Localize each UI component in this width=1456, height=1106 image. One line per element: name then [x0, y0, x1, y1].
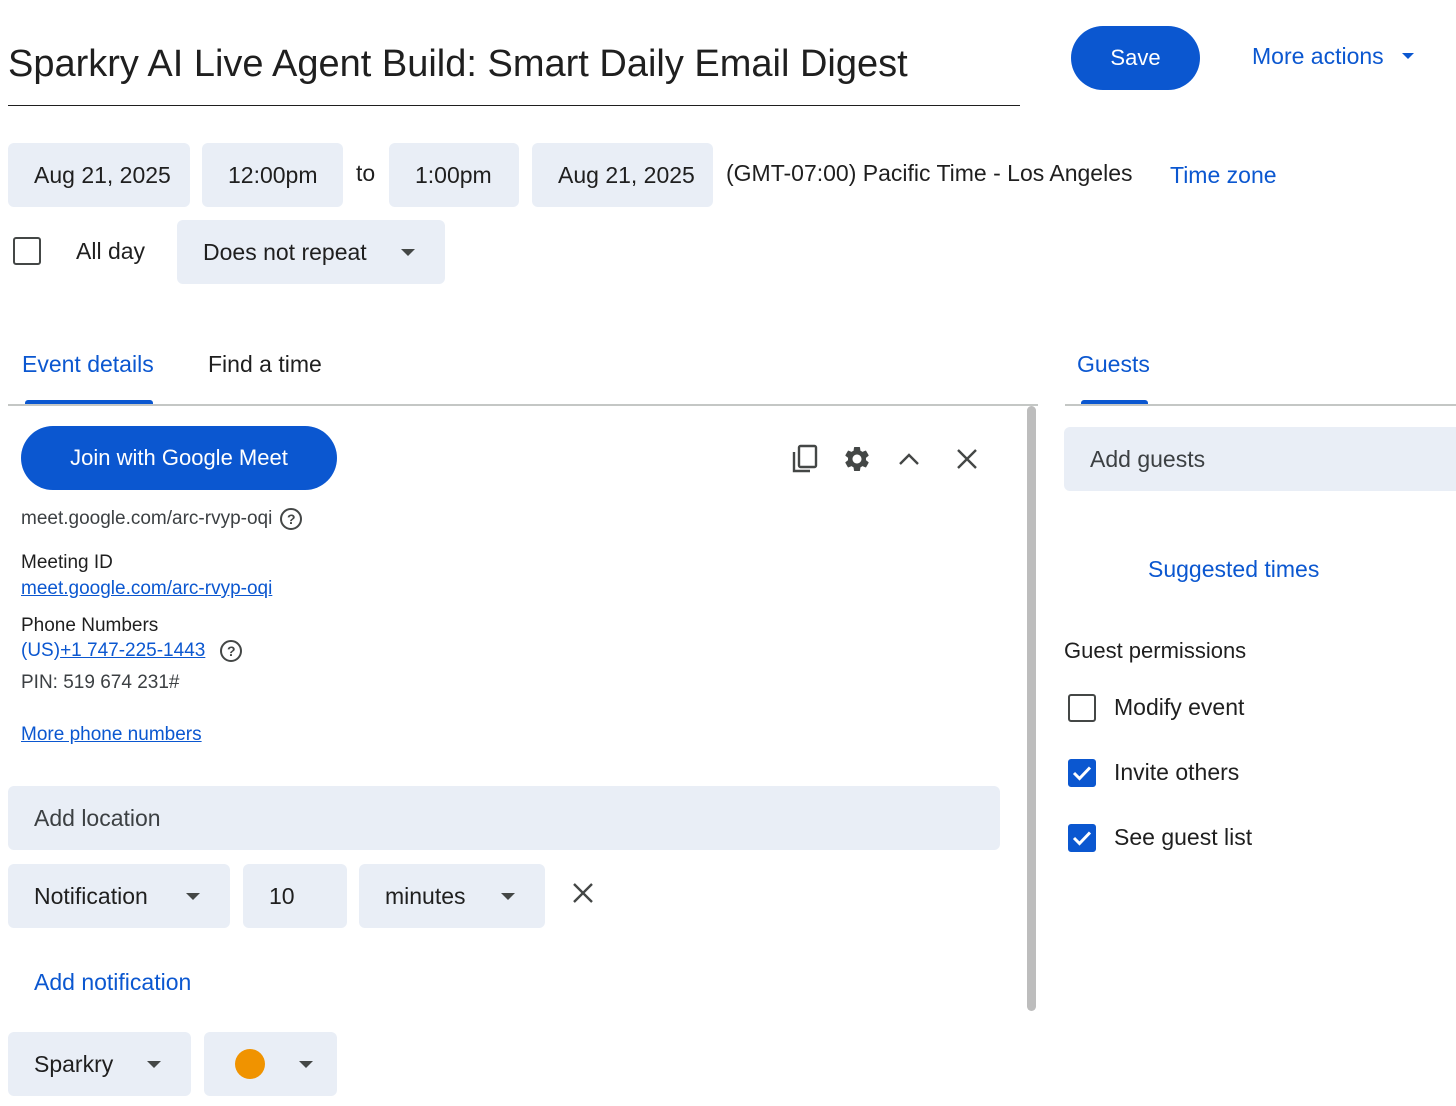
end-time: 1:00pm	[415, 161, 492, 188]
remove-notification-icon[interactable]	[563, 873, 603, 913]
tab-find-a-time[interactable]: Find a time	[208, 351, 322, 378]
guests-divider	[1065, 404, 1456, 406]
start-date-chip[interactable]: Aug 21, 2025	[8, 143, 190, 207]
meet-url-row: meet.google.com/arc-rvyp-oqi ?	[21, 508, 303, 530]
phone-row: (US) +1 747-225-1443 ?	[21, 640, 243, 662]
calendar-dropdown[interactable]: Sparkry	[8, 1032, 191, 1096]
join-meet-button[interactable]: Join with Google Meet	[21, 426, 337, 490]
guest-permissions-heading: Guest permissions	[1064, 638, 1247, 663]
end-date-chip[interactable]: Aug 21, 2025	[532, 143, 713, 207]
chevron-up-icon[interactable]	[889, 439, 929, 479]
caret-down-icon	[186, 892, 200, 900]
meet-url: meet.google.com/arc-rvyp-oqi	[21, 508, 273, 529]
timezone-text: (GMT-07:00) Pacific Time - Los Angeles	[726, 160, 1133, 186]
suggested-times-link[interactable]: Suggested times	[1148, 556, 1319, 583]
save-button[interactable]: Save	[1071, 26, 1200, 90]
tabs-divider	[8, 404, 1038, 406]
notification-unit: minutes	[385, 882, 466, 909]
phone-heading: Phone Numbers	[21, 615, 159, 636]
event-title: Sparkry AI Live Agent Build: Smart Daily…	[8, 43, 908, 85]
start-date: Aug 21, 2025	[34, 161, 171, 188]
location-input[interactable]: Add location	[8, 786, 1000, 850]
scrollbar[interactable]	[1027, 406, 1036, 1011]
notification-amount: 10	[269, 882, 295, 909]
add-notification-button[interactable]: Add notification	[34, 969, 191, 996]
caret-down-icon	[401, 248, 415, 256]
color-dot	[235, 1049, 265, 1079]
copy-icon[interactable]	[785, 439, 825, 479]
repeat-dropdown[interactable]: Does not repeat	[177, 220, 445, 284]
to-label: to	[356, 160, 376, 186]
end-time-chip[interactable]: 1:00pm	[389, 143, 519, 207]
meeting-id-heading: Meeting ID	[21, 552, 113, 573]
calendar-name: Sparkry	[34, 1050, 114, 1077]
close-icon[interactable]	[947, 439, 987, 479]
more-actions-label: More actions	[1252, 42, 1384, 69]
help-icon[interactable]: ?	[220, 640, 243, 662]
see-guest-list-checkbox[interactable]	[1068, 824, 1096, 852]
caret-down-icon	[1401, 53, 1414, 59]
save-button-label: Save	[1110, 45, 1161, 70]
caret-down-icon	[299, 1060, 313, 1068]
all-day-label: All day	[76, 238, 146, 264]
meeting-id-link[interactable]: meet.google.com/arc-rvyp-oqi	[21, 578, 272, 600]
more-actions-button[interactable]: More actions	[1252, 38, 1414, 74]
repeat-value: Does not repeat	[203, 238, 367, 265]
check-icon	[1072, 831, 1092, 846]
end-date: Aug 21, 2025	[558, 161, 695, 188]
start-time-chip[interactable]: 12:00pm	[202, 143, 343, 207]
add-guests-placeholder: Add guests	[1090, 445, 1206, 472]
start-time: 12:00pm	[228, 161, 318, 188]
notification-unit-dropdown[interactable]: minutes	[359, 864, 545, 928]
add-guests-input[interactable]: Add guests	[1064, 427, 1456, 491]
invite-others-checkbox[interactable]	[1068, 759, 1096, 787]
color-dropdown[interactable]	[204, 1032, 337, 1096]
tab-guests[interactable]: Guests	[1077, 351, 1150, 378]
modify-event-label: Modify event	[1114, 694, 1245, 720]
caret-down-icon	[147, 1060, 161, 1068]
notification-amount-input[interactable]: 10	[243, 864, 347, 928]
see-guest-list-label: See guest list	[1114, 824, 1253, 850]
invite-others-label: Invite others	[1114, 759, 1240, 785]
modify-event-checkbox[interactable]	[1068, 694, 1096, 722]
phone-prefix: (US)	[21, 640, 61, 661]
caret-down-icon	[501, 892, 515, 900]
phone-number-link[interactable]: +1 747-225-1443	[60, 640, 205, 662]
location-placeholder: Add location	[34, 804, 161, 831]
check-icon	[1072, 766, 1092, 781]
gear-icon[interactable]	[837, 439, 877, 479]
more-phone-numbers-link[interactable]: More phone numbers	[21, 724, 202, 746]
tab-event-details[interactable]: Event details	[22, 351, 154, 378]
timezone-link[interactable]: Time zone	[1170, 162, 1277, 189]
notification-type-dropdown[interactable]: Notification	[8, 864, 230, 928]
notification-type: Notification	[34, 882, 148, 909]
event-title-field[interactable]: Sparkry AI Live Agent Build: Smart Daily…	[8, 38, 1020, 106]
join-meet-label: Join with Google Meet	[70, 445, 288, 470]
help-icon[interactable]: ?	[280, 508, 303, 530]
all-day-checkbox[interactable]	[13, 237, 41, 265]
pin-text: PIN: 519 674 231#	[21, 672, 180, 693]
